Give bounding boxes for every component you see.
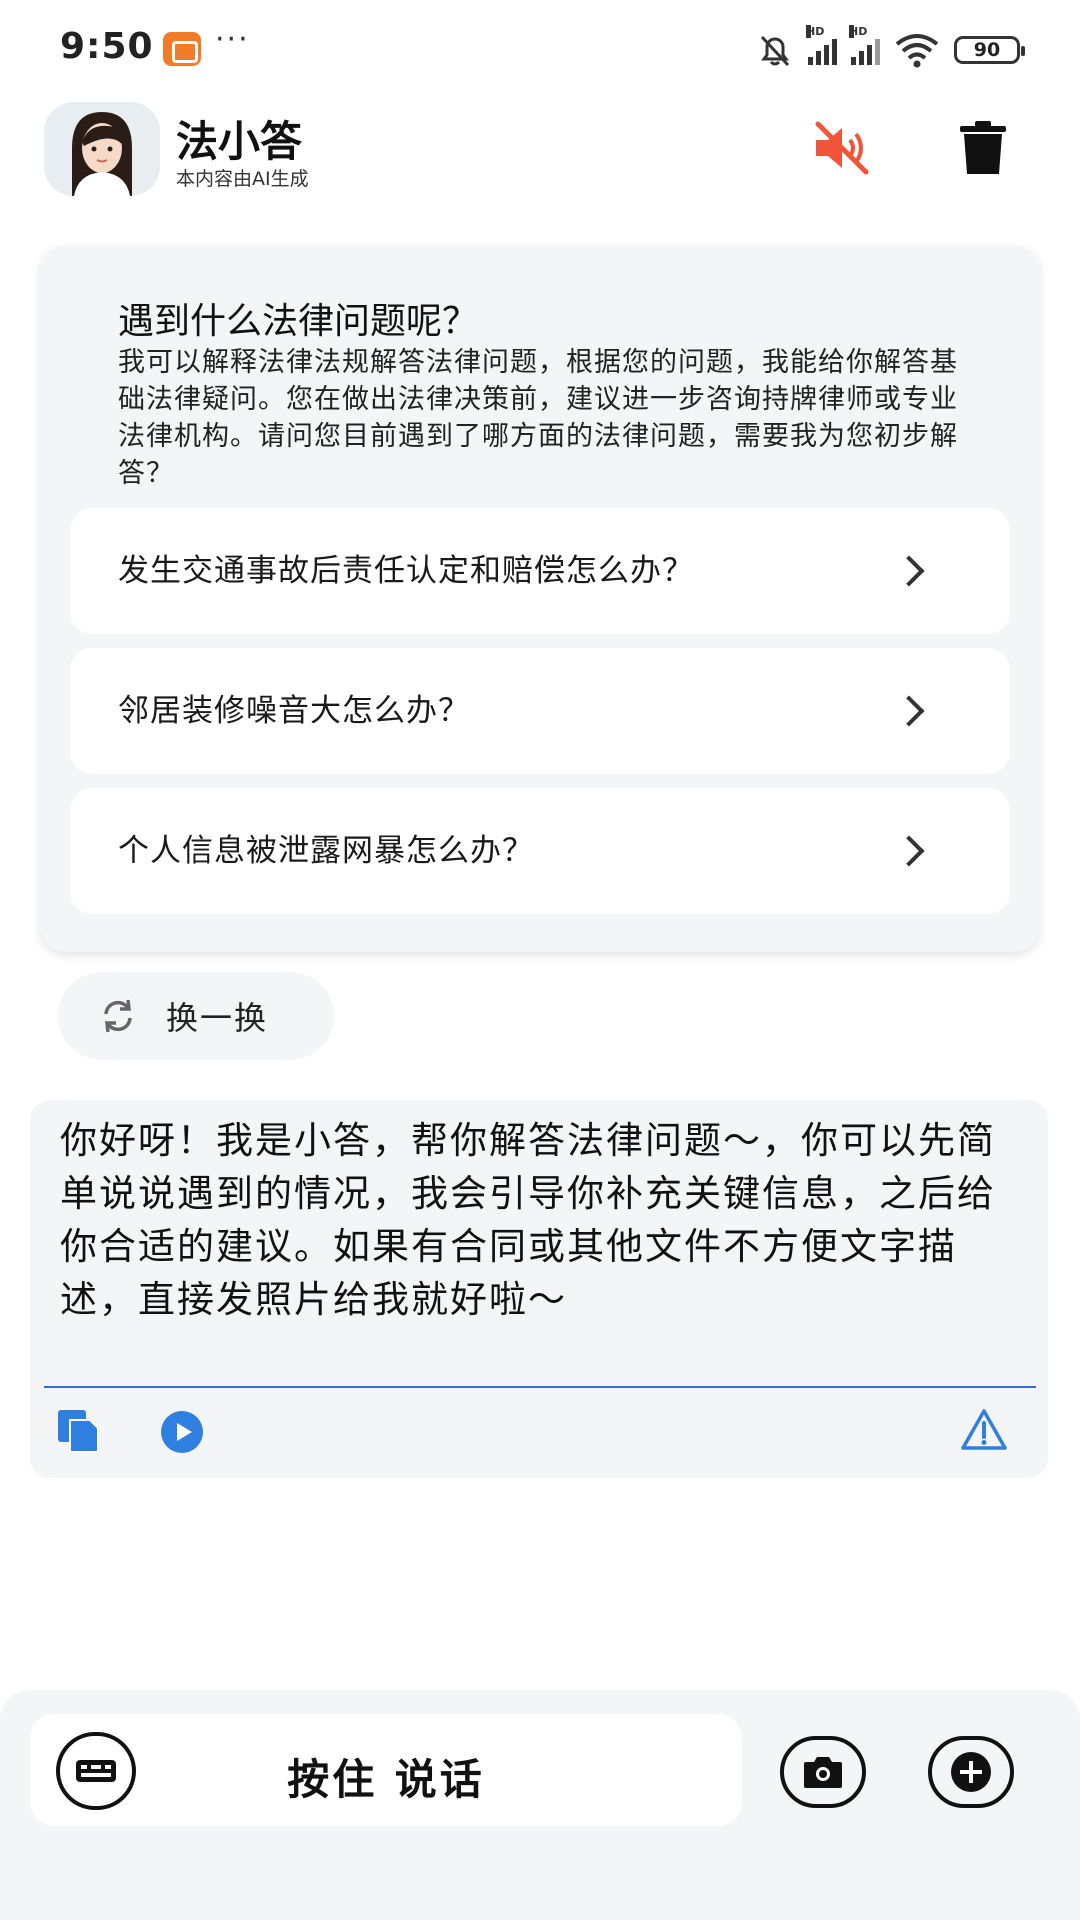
keyboard-toggle-button[interactable] <box>56 1732 136 1810</box>
legal-topics-card: 遇到什么法律问题呢？ 我可以解释法律法规解答法律问题，根据您的问题，我能给你解答… <box>40 246 1040 952</box>
avatar-illustration-icon <box>44 102 160 196</box>
app-notification-icon <box>163 32 201 66</box>
suggestion-text: 发生交通事故后责任认定和赔偿怎么办？ <box>118 553 694 589</box>
bot-avatar[interactable] <box>44 102 160 196</box>
sound-muted-icon[interactable] <box>810 118 874 178</box>
chevron-right-icon <box>893 555 925 587</box>
play-audio-icon[interactable] <box>160 1410 204 1454</box>
input-bar: 按住 说话 <box>0 1690 1080 1920</box>
hold-to-talk-button[interactable]: 按住 说话 <box>30 1714 742 1826</box>
copy-icon[interactable] <box>56 1408 102 1454</box>
signal-1-label: HD <box>806 25 825 38</box>
camera-button[interactable] <box>780 1736 866 1808</box>
signal-2-label: HD <box>849 25 868 38</box>
refresh-button[interactable]: 换一换 <box>58 972 334 1060</box>
battery-icon: 90 <box>954 36 1025 64</box>
card-description: 我可以解释法律法规解答法律问题，根据您的问题，我能给你解答基础法律疑问。您在做出… <box>118 347 958 489</box>
signal-2-icon: HD <box>849 25 880 65</box>
hold-to-talk-label: 按住 说话 <box>287 1755 485 1804</box>
suggestion-item[interactable]: 发生交通事故后责任认定和赔偿怎么办？ <box>70 508 1010 634</box>
suggestion-item[interactable]: 个人信息被泄露网暴怎么办？ <box>70 788 1010 914</box>
bot-name: 法小答 <box>176 117 303 166</box>
ai-generated-notice: 本内容由AI生成 <box>176 168 309 190</box>
chat-header: 法小答 本内容由AI生成 <box>0 100 1080 220</box>
signal-1-icon: HD <box>806 25 837 65</box>
suggestion-text: 邻居装修噪音大怎么办？ <box>118 693 470 729</box>
camera-icon <box>804 1757 842 1788</box>
more-options-button[interactable] <box>928 1736 1014 1808</box>
bot-message: 你好呀！我是小答，帮你解答法律问题～，你可以先简单说说遇到的情况，我会引导你补充… <box>30 1100 1048 1478</box>
plus-icon <box>951 1752 991 1792</box>
chevron-right-icon <box>893 695 925 727</box>
bot-message-text: 你好呀！我是小答，帮你解答法律问题～，你可以先简单说说遇到的情况，我会引导你补充… <box>60 1119 996 1321</box>
refresh-icon <box>104 999 132 1033</box>
status-more-icon: ··· <box>215 22 250 57</box>
keyboard-icon <box>76 1760 116 1782</box>
notifications-muted-icon <box>760 35 790 67</box>
report-warning-icon[interactable] <box>960 1408 1008 1452</box>
message-divider <box>44 1386 1036 1388</box>
status-bar: 9:50 ··· HD HD 90 <box>0 0 1080 100</box>
suggestion-item[interactable]: 邻居装修噪音大怎么办？ <box>70 648 1010 774</box>
suggestion-text: 个人信息被泄露网暴怎么办？ <box>118 833 534 869</box>
status-indicators: HD HD 90 <box>756 25 1025 72</box>
wifi-icon <box>895 34 939 68</box>
chevron-right-icon <box>893 835 925 867</box>
status-time: 9:50 <box>60 26 154 67</box>
card-title: 遇到什么法律问题呢？ <box>118 301 479 342</box>
refresh-label: 换一换 <box>166 999 269 1037</box>
trash-icon[interactable] <box>958 120 1008 176</box>
